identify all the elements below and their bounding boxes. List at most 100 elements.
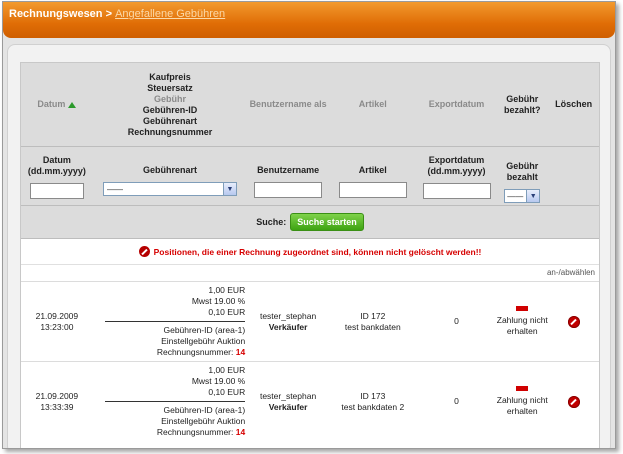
row-payment: Zahlung nicht erhalten [496, 362, 548, 441]
filter-gebuehrenart-select[interactable]: —— ▼ [102, 182, 237, 196]
row-export: 0 [454, 396, 459, 406]
filter-datum: Datum (dd.mm.yyyy) [21, 147, 93, 205]
row-price: 1,00 EUR [208, 365, 246, 375]
column-header-gebuehrenart: Gebührenart [142, 115, 197, 126]
breadcrumb-root: Rechnungswesen > [9, 8, 113, 20]
row-tax: Mwst 19.00 % [191, 376, 246, 386]
filter-row: Datum (dd.mm.yyyy) Gebührenart —— ▼ Benu… [21, 147, 599, 206]
column-header-benutzername[interactable]: Benutzername als [247, 63, 329, 146]
row-payment-text: Zahlung nicht erhalten [496, 395, 548, 416]
row-user: tester_stephan Verkäufer [247, 362, 329, 441]
row-fee: 0,10 EUR [208, 307, 246, 317]
row-fee: 0,10 EUR [208, 387, 246, 397]
column-header-gebuehr-bezahlt: Gebühr bezahlt? [504, 93, 541, 115]
filter-gebuehrenart-label: Gebührenart [142, 165, 197, 175]
row-fee-type: Einstellgebühr Auktion [161, 336, 246, 346]
row-fees: 1,00 EUR Mwst 19.00 % 0,10 EUR Gebühren-… [93, 282, 247, 361]
fees-table: Datum Kaufpreis Steuersatz Gebühr Gebühr… [20, 62, 600, 448]
row-price: 1,00 EUR [208, 285, 246, 295]
row-date: 21.09.2009 13:23:00 [21, 282, 93, 361]
delete-blocked-icon[interactable] [567, 315, 580, 328]
table-row: 21.09.2009 13:33:39 1,00 EUR Mwst 19.00 … [21, 361, 599, 441]
filter-gebuehrenart-value: —— [106, 184, 123, 194]
filter-datum-label: Datum (dd.mm.yyyy) [27, 155, 86, 176]
row-payment-text: Zahlung nicht erhalten [496, 315, 548, 336]
column-header-datum-label: Datum [37, 99, 66, 109]
row-invoice-label: Rechnungsnummer: [156, 347, 234, 357]
row-fees: 1,00 EUR Mwst 19.00 % 0,10 EUR Gebühren-… [93, 362, 247, 441]
filter-exportdatum-input[interactable] [422, 183, 491, 199]
page-header: Rechnungswesen > Angefallene Gebühren [3, 2, 615, 38]
table-header-row: Datum Kaufpreis Steuersatz Gebühr Gebühr… [21, 63, 599, 147]
row-time-value: 13:33:39 [40, 401, 74, 412]
delete-blocked-icon[interactable] [567, 395, 580, 408]
column-header-gebuehren-id: Gebühren-ID [142, 104, 198, 115]
row-fee-divider [105, 321, 246, 322]
filter-exportdatum-label: Exportdatum (dd.mm.yyyy) [427, 155, 486, 176]
row-user-role: Verkäufer [268, 321, 308, 332]
row-article-name: test bankdaten 2 [341, 401, 405, 412]
row-article: ID 172 test bankdaten [329, 282, 417, 361]
row-invoice: Rechnungsnummer: 14 [93, 427, 247, 438]
filter-gebuehr-bezahlt: Gebühr bezahlt —— ▼ [496, 147, 548, 205]
column-header-steuersatz: Steuersatz [147, 82, 193, 93]
row-payment: Zahlung nicht erhalten [496, 282, 548, 361]
row-invoice-number: 14 [235, 347, 246, 357]
filter-artikel: Artikel [329, 147, 417, 205]
search-row: Suche: Suche starten [21, 206, 599, 239]
filter-gebuehr-bezahlt-label: Gebühr bezahlt [506, 161, 539, 182]
column-header-exportdatum[interactable]: Exportdatum [417, 63, 497, 146]
table-row: 21.09.2009 13:23:00 1,00 EUR Mwst 19.00 … [21, 281, 599, 361]
content-panel: Datum Kaufpreis Steuersatz Gebühr Gebühr… [7, 44, 611, 448]
filter-gebuehr-bezahlt-value: —— [507, 191, 524, 201]
breadcrumb-current-link[interactable]: Angefallene Gebühren [115, 8, 225, 20]
filter-benutzername-input[interactable] [254, 182, 323, 198]
row-invoice-label: Rechnungsnummer: [156, 427, 234, 437]
row-invoice: Rechnungsnummer: 14 [93, 347, 247, 358]
row-article-name: test bankdaten [344, 321, 401, 332]
app-window: Rechnungswesen > Angefallene Gebühren Da… [2, 1, 616, 449]
filter-artikel-label: Artikel [358, 165, 387, 175]
row-delete [548, 362, 599, 441]
row-date-value: 21.09.2009 [35, 390, 79, 401]
column-header-kaufpreis: Kaufpreis [149, 71, 191, 82]
filter-artikel-input[interactable] [338, 182, 407, 198]
search-start-button[interactable]: Suche starten [290, 213, 364, 231]
filter-datum-input[interactable] [29, 183, 84, 199]
row-user-role: Verkäufer [268, 401, 308, 412]
row-user-name: tester_stephan [259, 310, 317, 321]
row-delete [548, 282, 599, 361]
filter-benutzername: Benutzername [247, 147, 329, 205]
column-header-artikel[interactable]: Artikel [329, 63, 417, 146]
row-article: ID 173 test bankdaten 2 [329, 362, 417, 441]
search-label: Suche: [256, 217, 287, 227]
row-user-name: tester_stephan [259, 390, 317, 401]
chevron-down-icon: ▼ [526, 190, 540, 202]
column-header-gebuehr[interactable]: Gebühr [154, 94, 186, 105]
filter-gebuehr-bezahlt-select[interactable]: —— ▼ [504, 189, 541, 203]
warning-message: Positionen, die einer Rechnung zugeordne… [21, 239, 599, 265]
select-toggle-link[interactable]: an-/abwählen [547, 268, 595, 277]
row-fee-type: Einstellgebühr Auktion [161, 416, 246, 426]
row-fee-id: Gebühren-ID (area-1) [163, 325, 246, 335]
column-header-datum[interactable]: Datum [21, 63, 93, 146]
row-export: 0 [454, 316, 459, 326]
row-invoice-number: 14 [235, 427, 246, 437]
row-tax: Mwst 19.00 % [191, 296, 246, 306]
chevron-down-icon: ▼ [222, 183, 236, 195]
filter-benutzername-label: Benutzername [257, 165, 320, 175]
select-toggle: an-/abwählen [21, 265, 599, 281]
warning-text: Positionen, die einer Rechnung zugeordne… [153, 246, 482, 257]
row-fee-divider [105, 401, 246, 402]
filter-gebuehrenart: Gebührenart —— ▼ [93, 147, 247, 205]
row-date: 21.09.2009 13:33:39 [21, 362, 93, 441]
row-article-id: ID 172 [360, 310, 386, 321]
filter-empty [548, 147, 599, 205]
column-header-loeschen: Löschen [555, 99, 593, 109]
row-date-value: 21.09.2009 [35, 310, 79, 321]
row-time-value: 13:23:00 [40, 321, 74, 332]
filter-exportdatum: Exportdatum (dd.mm.yyyy) [417, 147, 497, 205]
row-article-id: ID 173 [360, 390, 386, 401]
column-header-fees: Kaufpreis Steuersatz Gebühr Gebühren-ID … [93, 63, 247, 146]
row-fee-id: Gebühren-ID (area-1) [163, 405, 246, 415]
